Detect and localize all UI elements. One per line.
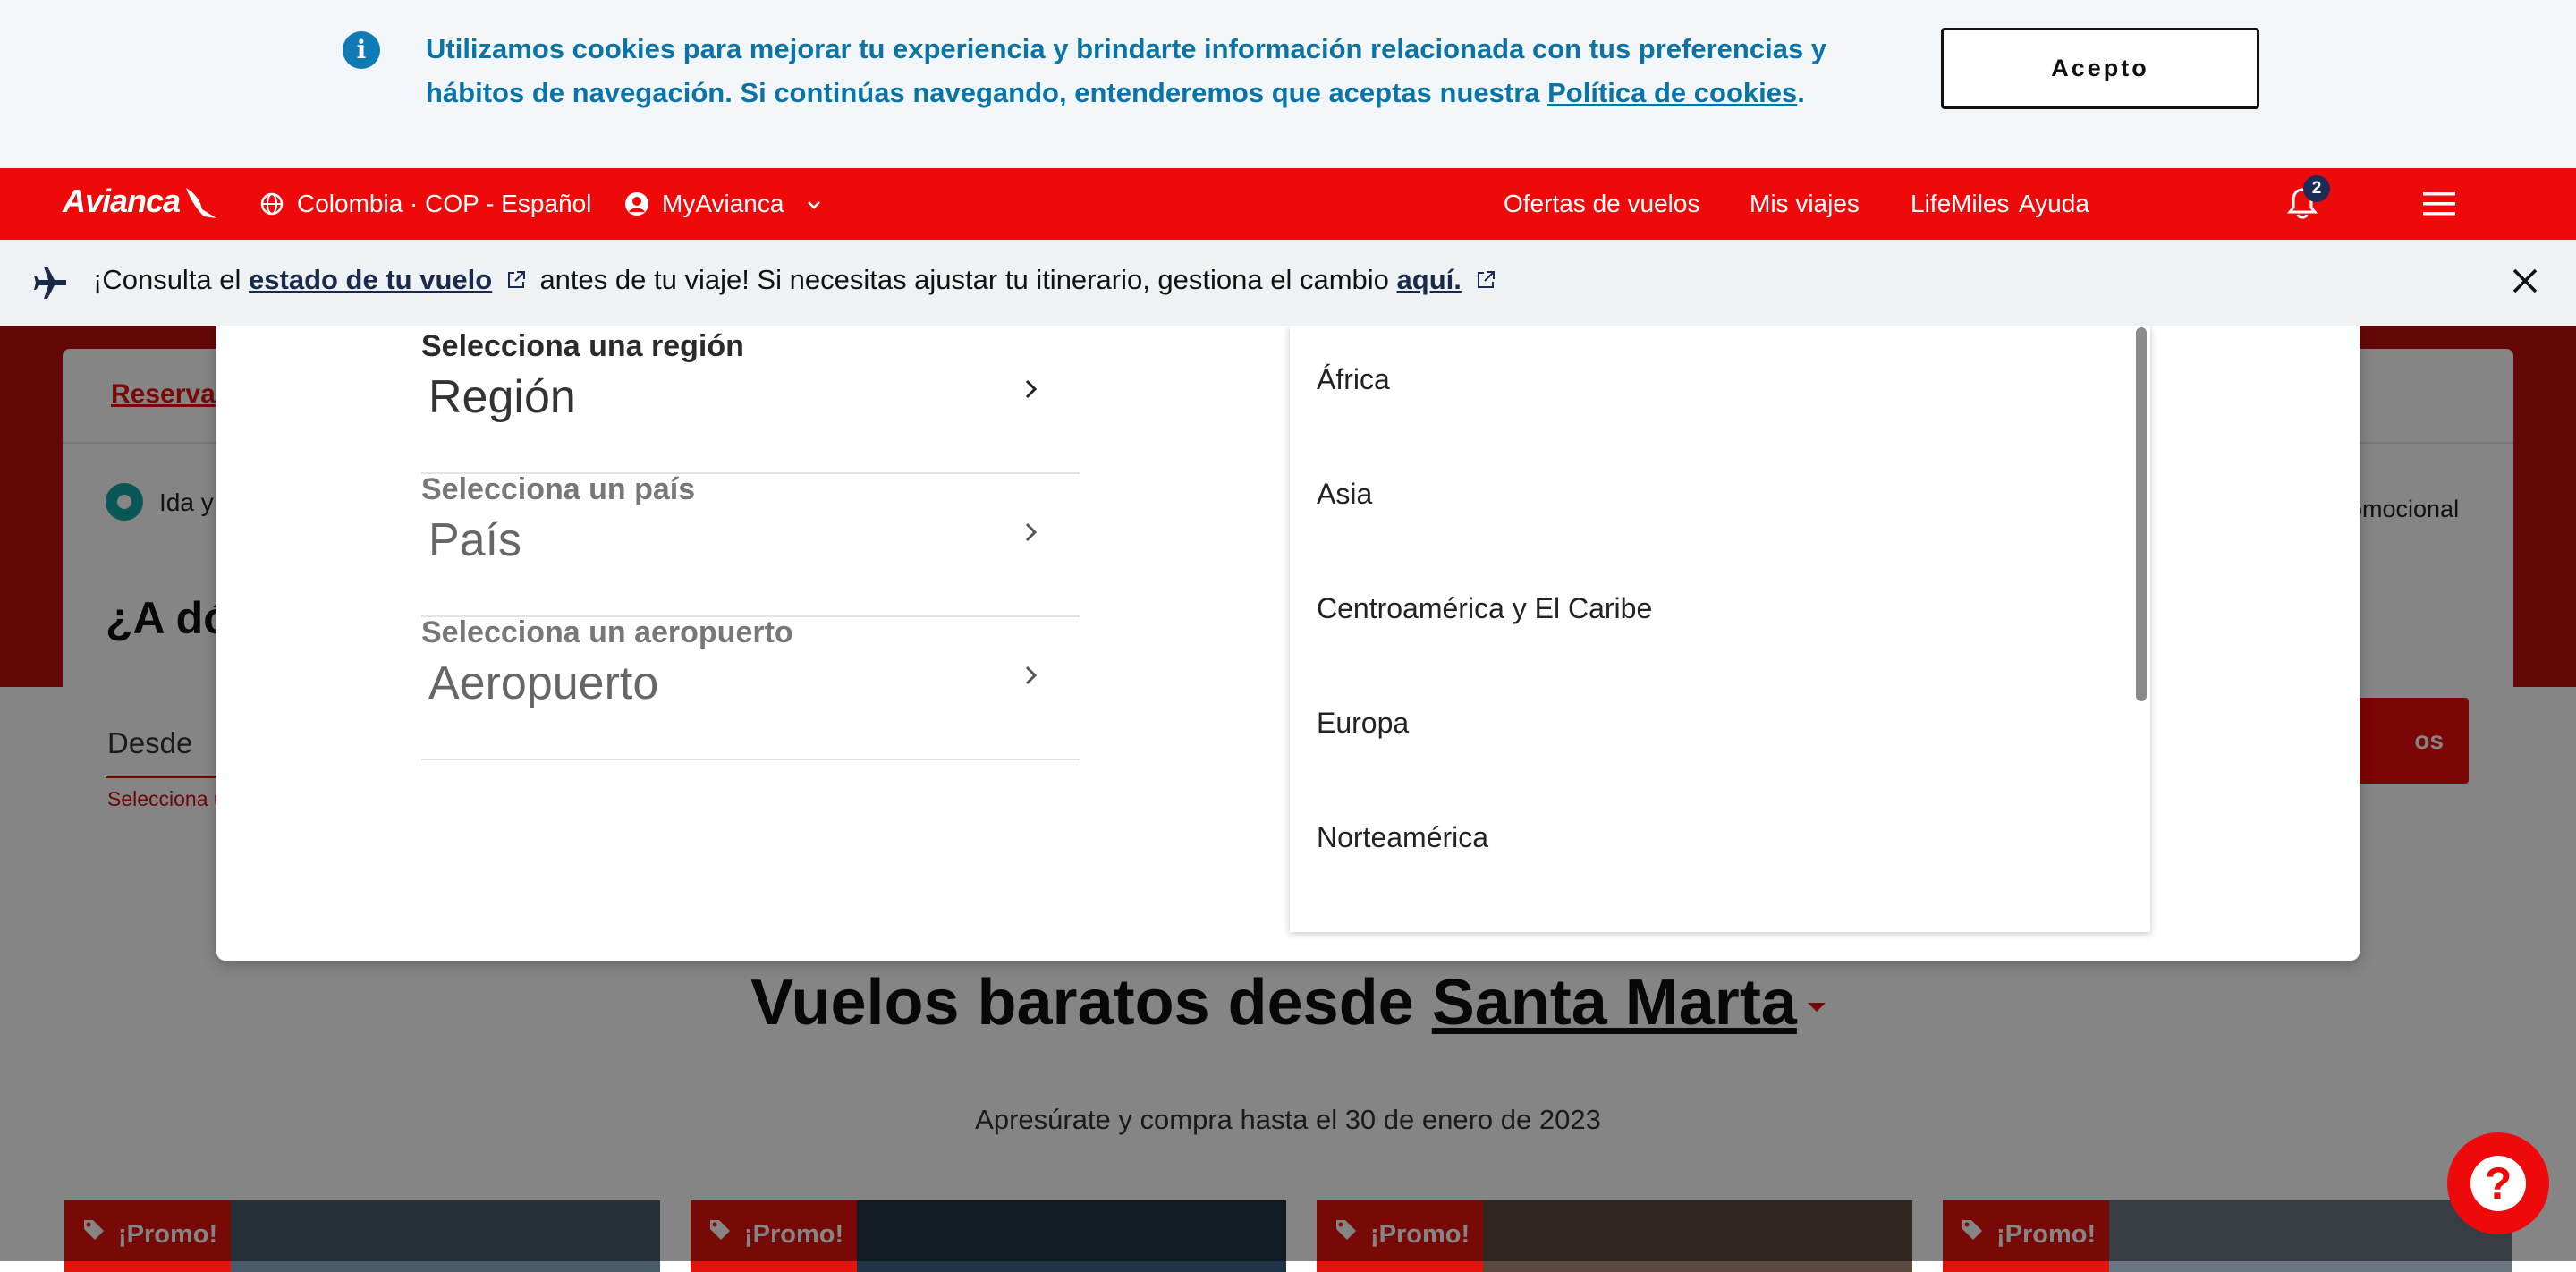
flight-status-bar: ¡Consulta el estado de tu vuelo antes de… <box>0 240 2576 326</box>
nav-link-lifemiles[interactable]: LifeMiles <box>1911 190 2009 218</box>
cookie-text: Utilizamos cookies para mejorar tu exper… <box>426 27 1893 114</box>
region-option[interactable]: Centroamérica y El Caribe <box>1317 592 1652 625</box>
region-option[interactable]: Norteamérica <box>1317 821 1488 854</box>
locale-selector[interactable]: Colombia · COP - Español <box>259 190 591 218</box>
region-option[interactable]: África <box>1317 363 1390 396</box>
region-option[interactable]: Asia <box>1317 478 1372 511</box>
scrollbar-thumb[interactable] <box>2136 327 2147 701</box>
country-value: País <box>428 514 522 566</box>
status-message: ¡Consulta el estado de tu vuelo antes de… <box>93 264 1496 296</box>
country-field[interactable]: Selecciona un país País <box>421 472 1080 617</box>
avianca-logo[interactable]: Avianca <box>63 182 216 220</box>
close-icon[interactable] <box>2511 267 2539 295</box>
status-middle: antes de tu viaje! Si necesitas ajustar … <box>531 264 1397 295</box>
accept-cookies-button[interactable]: Acepto <box>1941 28 2259 109</box>
info-icon: i <box>343 31 380 69</box>
region-dropdown-list: África Asia Centroamérica y El Caribe Eu… <box>1290 326 2150 932</box>
manage-change-link[interactable]: aquí. <box>1397 264 1462 295</box>
status-prefix: ¡Consulta el <box>93 264 250 295</box>
myavianca-label: MyAvianca <box>662 190 784 217</box>
question-mark-icon: ? <box>2470 1156 2526 1211</box>
cookie-banner: i Utilizamos cookies para mejorar tu exp… <box>0 0 2576 168</box>
help-chat-button[interactable]: ? <box>2447 1132 2549 1234</box>
locale-label: Colombia · COP - Español <box>297 190 592 217</box>
destination-selector-modal: Selecciona una región Región Selecciona … <box>216 326 2360 961</box>
chevron-right-icon <box>1025 522 1038 542</box>
myavianca-menu[interactable]: MyAvianca <box>624 190 823 218</box>
nav-link-mis-viajes[interactable]: Mis viajes <box>1750 190 1860 218</box>
region-value: Región <box>428 371 576 423</box>
globe-icon <box>260 192 284 216</box>
external-link-icon <box>507 271 525 288</box>
chevron-right-icon <box>1025 379 1038 399</box>
cookie-period: . <box>1797 77 1805 108</box>
nav-link-ayuda[interactable]: Ayuda <box>2019 190 2089 218</box>
nav-link-ofertas[interactable]: Ofertas de vuelos <box>1504 190 1699 218</box>
airport-label: Selecciona un aeropuerto <box>421 615 793 649</box>
flight-status-link[interactable]: estado de tu vuelo <box>249 264 492 295</box>
logo-bird-icon <box>186 188 216 218</box>
logo-text: Avianca <box>63 182 181 219</box>
hamburger-menu-icon[interactable] <box>2423 191 2455 216</box>
airport-value: Aeropuerto <box>428 657 659 709</box>
region-option[interactable]: Europa <box>1317 707 1409 740</box>
notification-badge: 2 <box>2303 175 2330 202</box>
country-label: Selecciona un país <box>421 472 696 506</box>
region-label: Selecciona una región <box>421 329 744 363</box>
airport-field[interactable]: Selecciona un aeropuerto Aeropuerto <box>421 615 1080 760</box>
chevron-right-icon <box>1025 666 1038 685</box>
main-nav: Avianca Colombia · COP - Español MyAvian… <box>0 168 2576 240</box>
external-link-icon <box>1477 271 1495 288</box>
chevron-down-icon <box>808 201 821 209</box>
region-field[interactable]: Selecciona una región Región <box>421 329 1080 474</box>
dropdown-scrollbar[interactable] <box>2134 326 2150 932</box>
user-icon <box>625 192 648 216</box>
cookie-policy-link[interactable]: Política de cookies <box>1547 77 1797 108</box>
airplane-icon <box>34 267 66 299</box>
